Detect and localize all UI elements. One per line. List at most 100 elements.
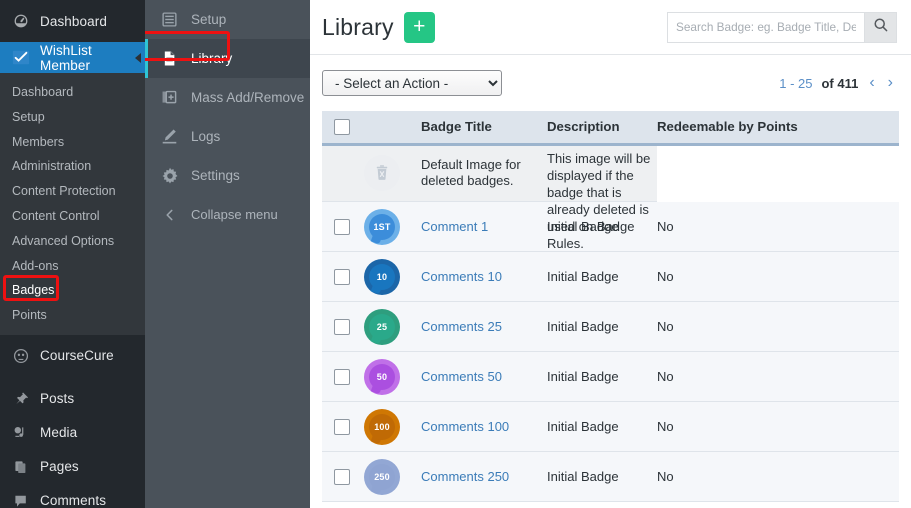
row-checkbox-cell bbox=[322, 401, 364, 452]
nav-item-settings[interactable]: Settings bbox=[145, 156, 310, 195]
badge-title-header: Badge Title bbox=[421, 111, 547, 146]
redeemable-header: Redeemable by Points bbox=[657, 111, 899, 146]
row-checkbox[interactable] bbox=[334, 418, 350, 435]
badge-title-link[interactable]: Comments 250 bbox=[421, 469, 509, 484]
row-checkbox[interactable] bbox=[334, 468, 350, 485]
row-checkbox[interactable] bbox=[334, 218, 350, 235]
sidebar-subitem-dashboard[interactable]: Dashboard bbox=[0, 80, 145, 105]
sidebar-subitem-badges[interactable]: Badges bbox=[0, 278, 145, 303]
prev-page-button[interactable]: ‹ bbox=[867, 74, 876, 92]
sidebar-item-label: Dashboard bbox=[40, 13, 107, 29]
nav-item-collapse-menu[interactable]: Collapse menu bbox=[145, 195, 310, 234]
sidebar-item-coursecure[interactable]: CourseCure bbox=[0, 339, 145, 373]
caret-right-icon bbox=[135, 52, 141, 63]
row-checkbox-cell bbox=[322, 301, 364, 352]
badge-medallion-label: 250 bbox=[369, 463, 395, 490]
nav-item-mass-add-remove[interactable]: Mass Add/Remove bbox=[145, 78, 310, 117]
search-icon bbox=[873, 17, 889, 38]
sidebar-subitem-content-control[interactable]: Content Control bbox=[0, 204, 145, 229]
wp-admin-screen: Dashboard WishList Member Dashboard Setu… bbox=[0, 0, 911, 508]
badge-title-link[interactable]: Comments 25 bbox=[421, 319, 502, 334]
table-row: 100 Comments 100 Initial Badge No bbox=[322, 401, 899, 452]
pagination: 1 - 25 of 411 ‹ › bbox=[779, 74, 895, 92]
sidebar-item-label: Posts bbox=[40, 391, 75, 407]
badge-title-link[interactable]: Comments 100 bbox=[421, 419, 509, 434]
sidebar-subitem-setup[interactable]: Setup bbox=[0, 105, 145, 130]
nav-item-label: Setup bbox=[191, 12, 227, 27]
row-description-cell: This image will be displayed if the badg… bbox=[547, 145, 657, 251]
badge-medallion: 50 bbox=[364, 358, 400, 395]
sidebar-subitem-members[interactable]: Members bbox=[0, 130, 145, 155]
search-input[interactable] bbox=[667, 11, 864, 43]
badge-title-link[interactable]: Comment 1 bbox=[421, 219, 488, 234]
sidebar-item-label: Pages bbox=[40, 459, 79, 475]
row-redeemable-cell: No bbox=[657, 301, 899, 352]
next-page-button[interactable]: › bbox=[886, 74, 895, 92]
badges-table: Badge Title Description Redeemable by Po… bbox=[322, 111, 899, 502]
nav-item-label: Mass Add/Remove bbox=[191, 90, 305, 105]
wp-sidebar-lower-group: CourseCure Posts Media Pages Comments bbox=[0, 334, 145, 508]
add-copy-icon bbox=[160, 88, 179, 107]
search-area bbox=[667, 11, 897, 43]
table-row: 250 Comments 250 Initial Badge No bbox=[322, 451, 899, 502]
badge-medallion: 250 bbox=[364, 458, 400, 495]
row-title-cell: Comment 1 bbox=[421, 201, 547, 252]
row-checkbox[interactable] bbox=[334, 318, 350, 335]
pages-icon bbox=[11, 457, 31, 477]
add-badge-button[interactable]: + bbox=[403, 11, 435, 43]
badges-plugin-nav: Setup Library Mass Add/Remove Logs Setti… bbox=[145, 0, 310, 508]
sidebar-item-pages[interactable]: Pages bbox=[0, 450, 145, 484]
row-description-cell: Initial Badge bbox=[547, 351, 657, 402]
select-all-header bbox=[322, 111, 364, 146]
select-all-checkbox[interactable] bbox=[334, 119, 350, 135]
sidebar-item-comments[interactable]: Comments bbox=[0, 484, 145, 508]
row-checkbox[interactable] bbox=[334, 268, 350, 285]
badge-medallion: 25 bbox=[364, 308, 400, 345]
row-image-cell: 10 bbox=[364, 251, 421, 302]
row-redeemable-cell: No bbox=[657, 351, 899, 402]
row-image-cell bbox=[364, 144, 421, 202]
nav-item-setup[interactable]: Setup bbox=[145, 0, 310, 39]
sidebar-item-media[interactable]: Media bbox=[0, 416, 145, 450]
badge-medallion-label: 100 bbox=[369, 413, 395, 440]
sidebar-subitem-administration[interactable]: Administration bbox=[0, 154, 145, 179]
main-content: Library + - Select an Action - 1 - 25 bbox=[310, 0, 911, 508]
row-checkbox[interactable] bbox=[334, 368, 350, 385]
table-row: 10 Comments 10 Initial Badge No bbox=[322, 251, 899, 302]
badge-image-header bbox=[364, 111, 421, 146]
sidebar-item-dashboard[interactable]: Dashboard bbox=[0, 0, 145, 42]
sidebar-subitem-add-ons[interactable]: Add-ons bbox=[0, 254, 145, 279]
sidebar-subitem-points[interactable]: Points bbox=[0, 303, 145, 328]
row-image-cell: 100 bbox=[364, 401, 421, 452]
sidebar-item-posts[interactable]: Posts bbox=[0, 382, 145, 416]
badge-medallion: 10 bbox=[364, 258, 400, 295]
row-title-cell: Comments 25 bbox=[421, 301, 547, 352]
row-redeemable-cell: No bbox=[657, 201, 899, 252]
gear-icon bbox=[160, 166, 179, 185]
sidebar-item-label: Comments bbox=[40, 493, 107, 508]
row-redeemable-cell: No bbox=[657, 451, 899, 502]
row-title-cell: Comments 10 bbox=[421, 251, 547, 302]
row-checkbox-cell bbox=[322, 251, 364, 302]
nav-item-logs[interactable]: Logs bbox=[145, 117, 310, 156]
row-checkbox-cell bbox=[322, 201, 364, 252]
table-row: 50 Comments 50 Initial Badge No bbox=[322, 351, 899, 402]
search-button[interactable] bbox=[864, 11, 897, 43]
bulk-action-select[interactable]: - Select an Action - bbox=[322, 70, 502, 96]
badge-title-link[interactable]: Comments 10 bbox=[421, 269, 502, 284]
pagination-range: 1 - 25 bbox=[779, 75, 813, 91]
table-row: Default Image for deleted badges. This i… bbox=[322, 144, 899, 251]
chevron-left-icon bbox=[160, 205, 179, 224]
nav-item-library[interactable]: Library bbox=[145, 39, 310, 78]
table-row: 25 Comments 25 Initial Badge No bbox=[322, 301, 899, 352]
row-image-cell: 250 bbox=[364, 451, 421, 502]
sidebar-subitem-content-protection[interactable]: Content Protection bbox=[0, 179, 145, 204]
description-header: Description bbox=[547, 111, 657, 146]
table-head: Badge Title Description Redeemable by Po… bbox=[322, 111, 899, 146]
pagination-total: of 411 bbox=[821, 75, 859, 91]
row-description-cell: Initial Badge bbox=[547, 301, 657, 352]
pencil-icon bbox=[160, 127, 179, 146]
badge-title-link[interactable]: Comments 50 bbox=[421, 369, 502, 384]
sidebar-subitem-advanced-options[interactable]: Advanced Options bbox=[0, 229, 145, 254]
sidebar-item-wishlist-member[interactable]: WishList Member bbox=[0, 42, 145, 73]
